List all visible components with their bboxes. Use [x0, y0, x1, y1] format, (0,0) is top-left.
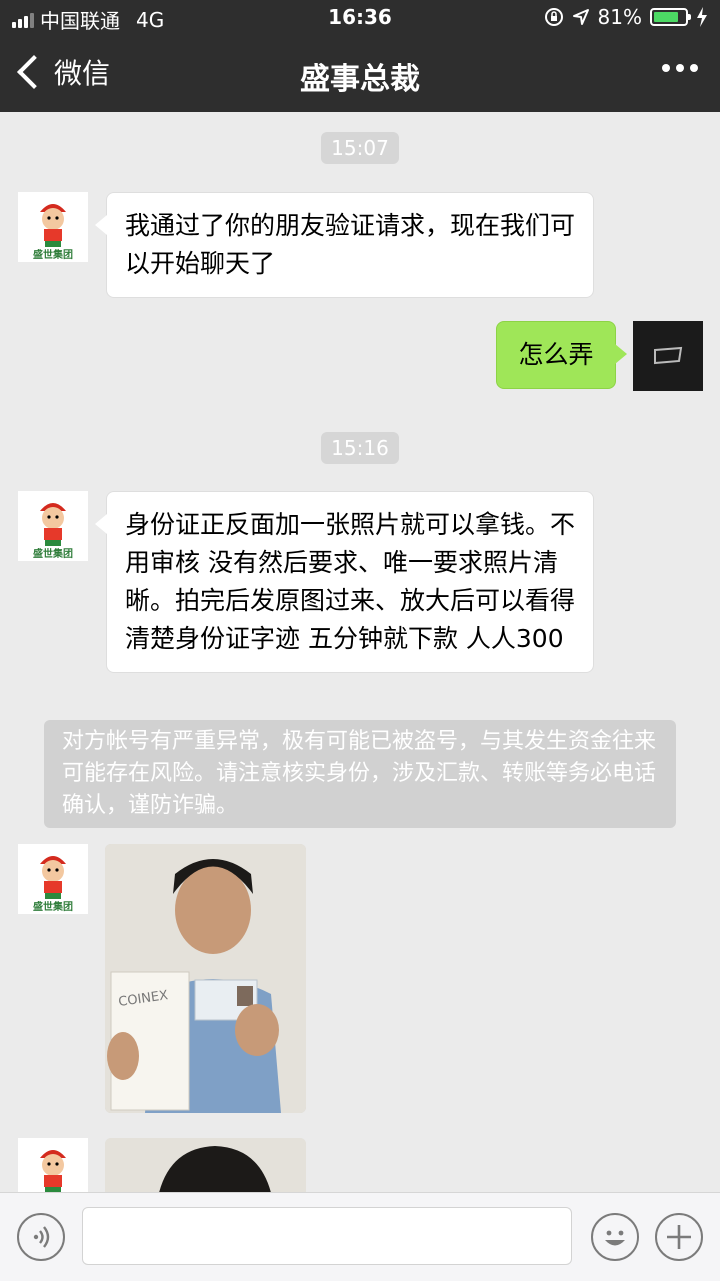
- battery-percent: 81%: [597, 5, 642, 29]
- avatar-caption: 盛世集团: [33, 547, 73, 560]
- message-bubble-received[interactable]: 我通过了你的朋友验证请求，现在我们可以开始聊天了: [95, 192, 594, 298]
- security-warning: 对方帐号有严重异常，极有可能已被盗号，与其发生资金往来可能存在风险。请注意核实身…: [44, 720, 676, 828]
- voice-button[interactable]: [17, 1213, 65, 1261]
- avatar-caption: 盛世集团: [33, 900, 73, 913]
- nav-bar: 微信 盛事总裁: [0, 36, 720, 112]
- timestamp: 15:07: [0, 132, 720, 164]
- mascot-avatar-icon: 盛世集团: [18, 491, 88, 561]
- timestamp: 15:16: [0, 432, 720, 464]
- message-bubble-received[interactable]: 身份证正反面加一张照片就可以拿钱。不用审核 没有然后要求、唯一要求照片清晰。拍完…: [95, 491, 594, 673]
- status-right: 81%: [544, 5, 708, 29]
- contact-avatar[interactable]: 盛世集团: [18, 491, 88, 561]
- emoji-icon: [605, 1230, 625, 1246]
- voice-icon: [33, 1226, 50, 1248]
- plus-icon: [667, 1225, 691, 1249]
- mascot-avatar-icon: 盛世集团: [18, 192, 88, 262]
- contact-avatar[interactable]: 盛世集团: [18, 192, 88, 262]
- charging-icon: [697, 7, 707, 27]
- status-bar: 中国联通 4G 16:36 81%: [0, 0, 720, 36]
- chat-title: 盛事总裁: [300, 62, 420, 97]
- lock-rotation-icon: [544, 8, 563, 26]
- location-arrow-icon: [572, 9, 589, 25]
- emoji-button[interactable]: [591, 1213, 639, 1261]
- avatar-caption: 盛世集团: [33, 248, 73, 261]
- contact-avatar[interactable]: [18, 1138, 88, 1192]
- selfie-photo: COINEX: [105, 844, 306, 1113]
- message-bubble-sent[interactable]: 怎么弄: [496, 321, 627, 389]
- battery-icon: [650, 8, 691, 26]
- contact-avatar[interactable]: 盛世集团: [18, 844, 88, 914]
- plus-button[interactable]: [655, 1213, 703, 1261]
- input-bar: [0, 1192, 720, 1281]
- photo-message[interactable]: COINEX: [105, 844, 306, 1113]
- mascot-avatar-icon: 盛世集团: [18, 844, 88, 914]
- more-icon[interactable]: [662, 64, 698, 72]
- photo-preview: [105, 1138, 306, 1192]
- chat-area[interactable]: 15:07 盛世集团 我通过了你的朋友验证请求，现在我们可以开始聊天了 怎么弄 …: [0, 112, 720, 1192]
- mascot-avatar-icon: [18, 1138, 88, 1192]
- my-avatar[interactable]: [633, 321, 703, 391]
- dark-logo-avatar-icon: [633, 321, 703, 391]
- message-input[interactable]: [82, 1207, 572, 1265]
- photo-message[interactable]: [105, 1138, 306, 1192]
